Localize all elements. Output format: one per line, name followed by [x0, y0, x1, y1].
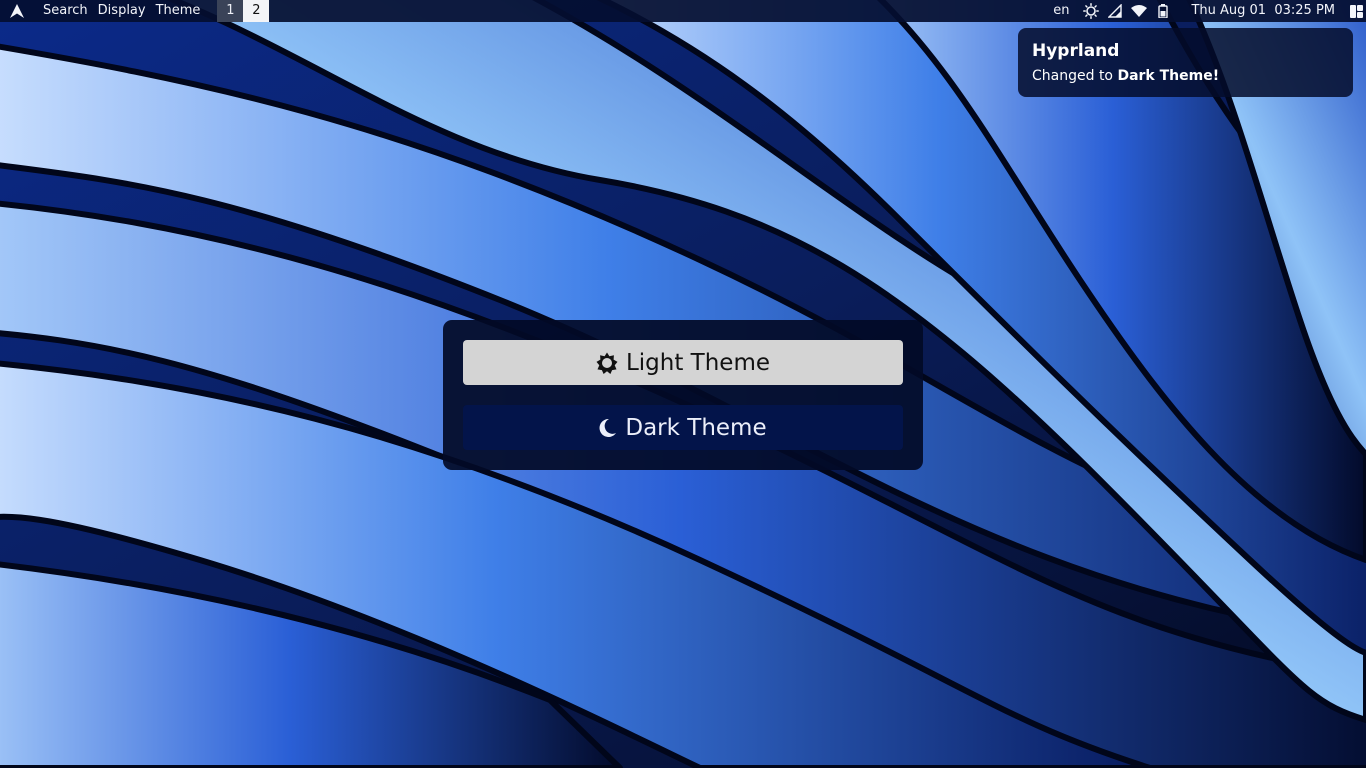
clock[interactable]: Thu Aug 01 03:25 PM [1191, 0, 1335, 22]
workspace-1[interactable]: 1 [217, 0, 244, 22]
top-bar: Search Display Theme 1 2 en Thu Aug 01 0… [0, 0, 1366, 22]
arch-linux-icon[interactable] [6, 0, 28, 22]
desktop: Search Display Theme 1 2 en Thu Aug 01 0… [0, 0, 1366, 768]
notification-title: Hyprland [1032, 41, 1120, 61]
light-theme-label: Light Theme [625, 349, 771, 376]
battery-icon[interactable] [1155, 3, 1171, 19]
brightness-icon[interactable] [1083, 3, 1100, 19]
menu-theme[interactable]: Theme [151, 0, 206, 22]
theme-chooser: Light Theme Dark Theme [443, 320, 923, 470]
moon-icon [599, 418, 617, 437]
workspace-2[interactable]: 2 [243, 0, 270, 22]
window-layout-icon[interactable] [1349, 4, 1363, 18]
dark-theme-button[interactable]: Dark Theme [463, 405, 903, 450]
menu-search[interactable]: Search [38, 0, 93, 22]
notification-body-emphasis: Dark Theme! [1117, 68, 1220, 84]
notification-body: Changed to Dark Theme! [1032, 67, 1339, 85]
cellular-signal-icon[interactable] [1107, 3, 1123, 19]
light-theme-button[interactable]: Light Theme [463, 340, 903, 385]
wifi-icon[interactable] [1131, 3, 1148, 19]
dark-theme-label: Dark Theme [625, 414, 767, 441]
notification-popup[interactable]: Hyprland Changed to Dark Theme! [1018, 28, 1353, 97]
menu-display[interactable]: Display [93, 0, 151, 22]
keyboard-layout[interactable]: en [1047, 0, 1075, 22]
sun-icon [596, 352, 618, 374]
notification-body-text: Changed to [1032, 68, 1118, 84]
